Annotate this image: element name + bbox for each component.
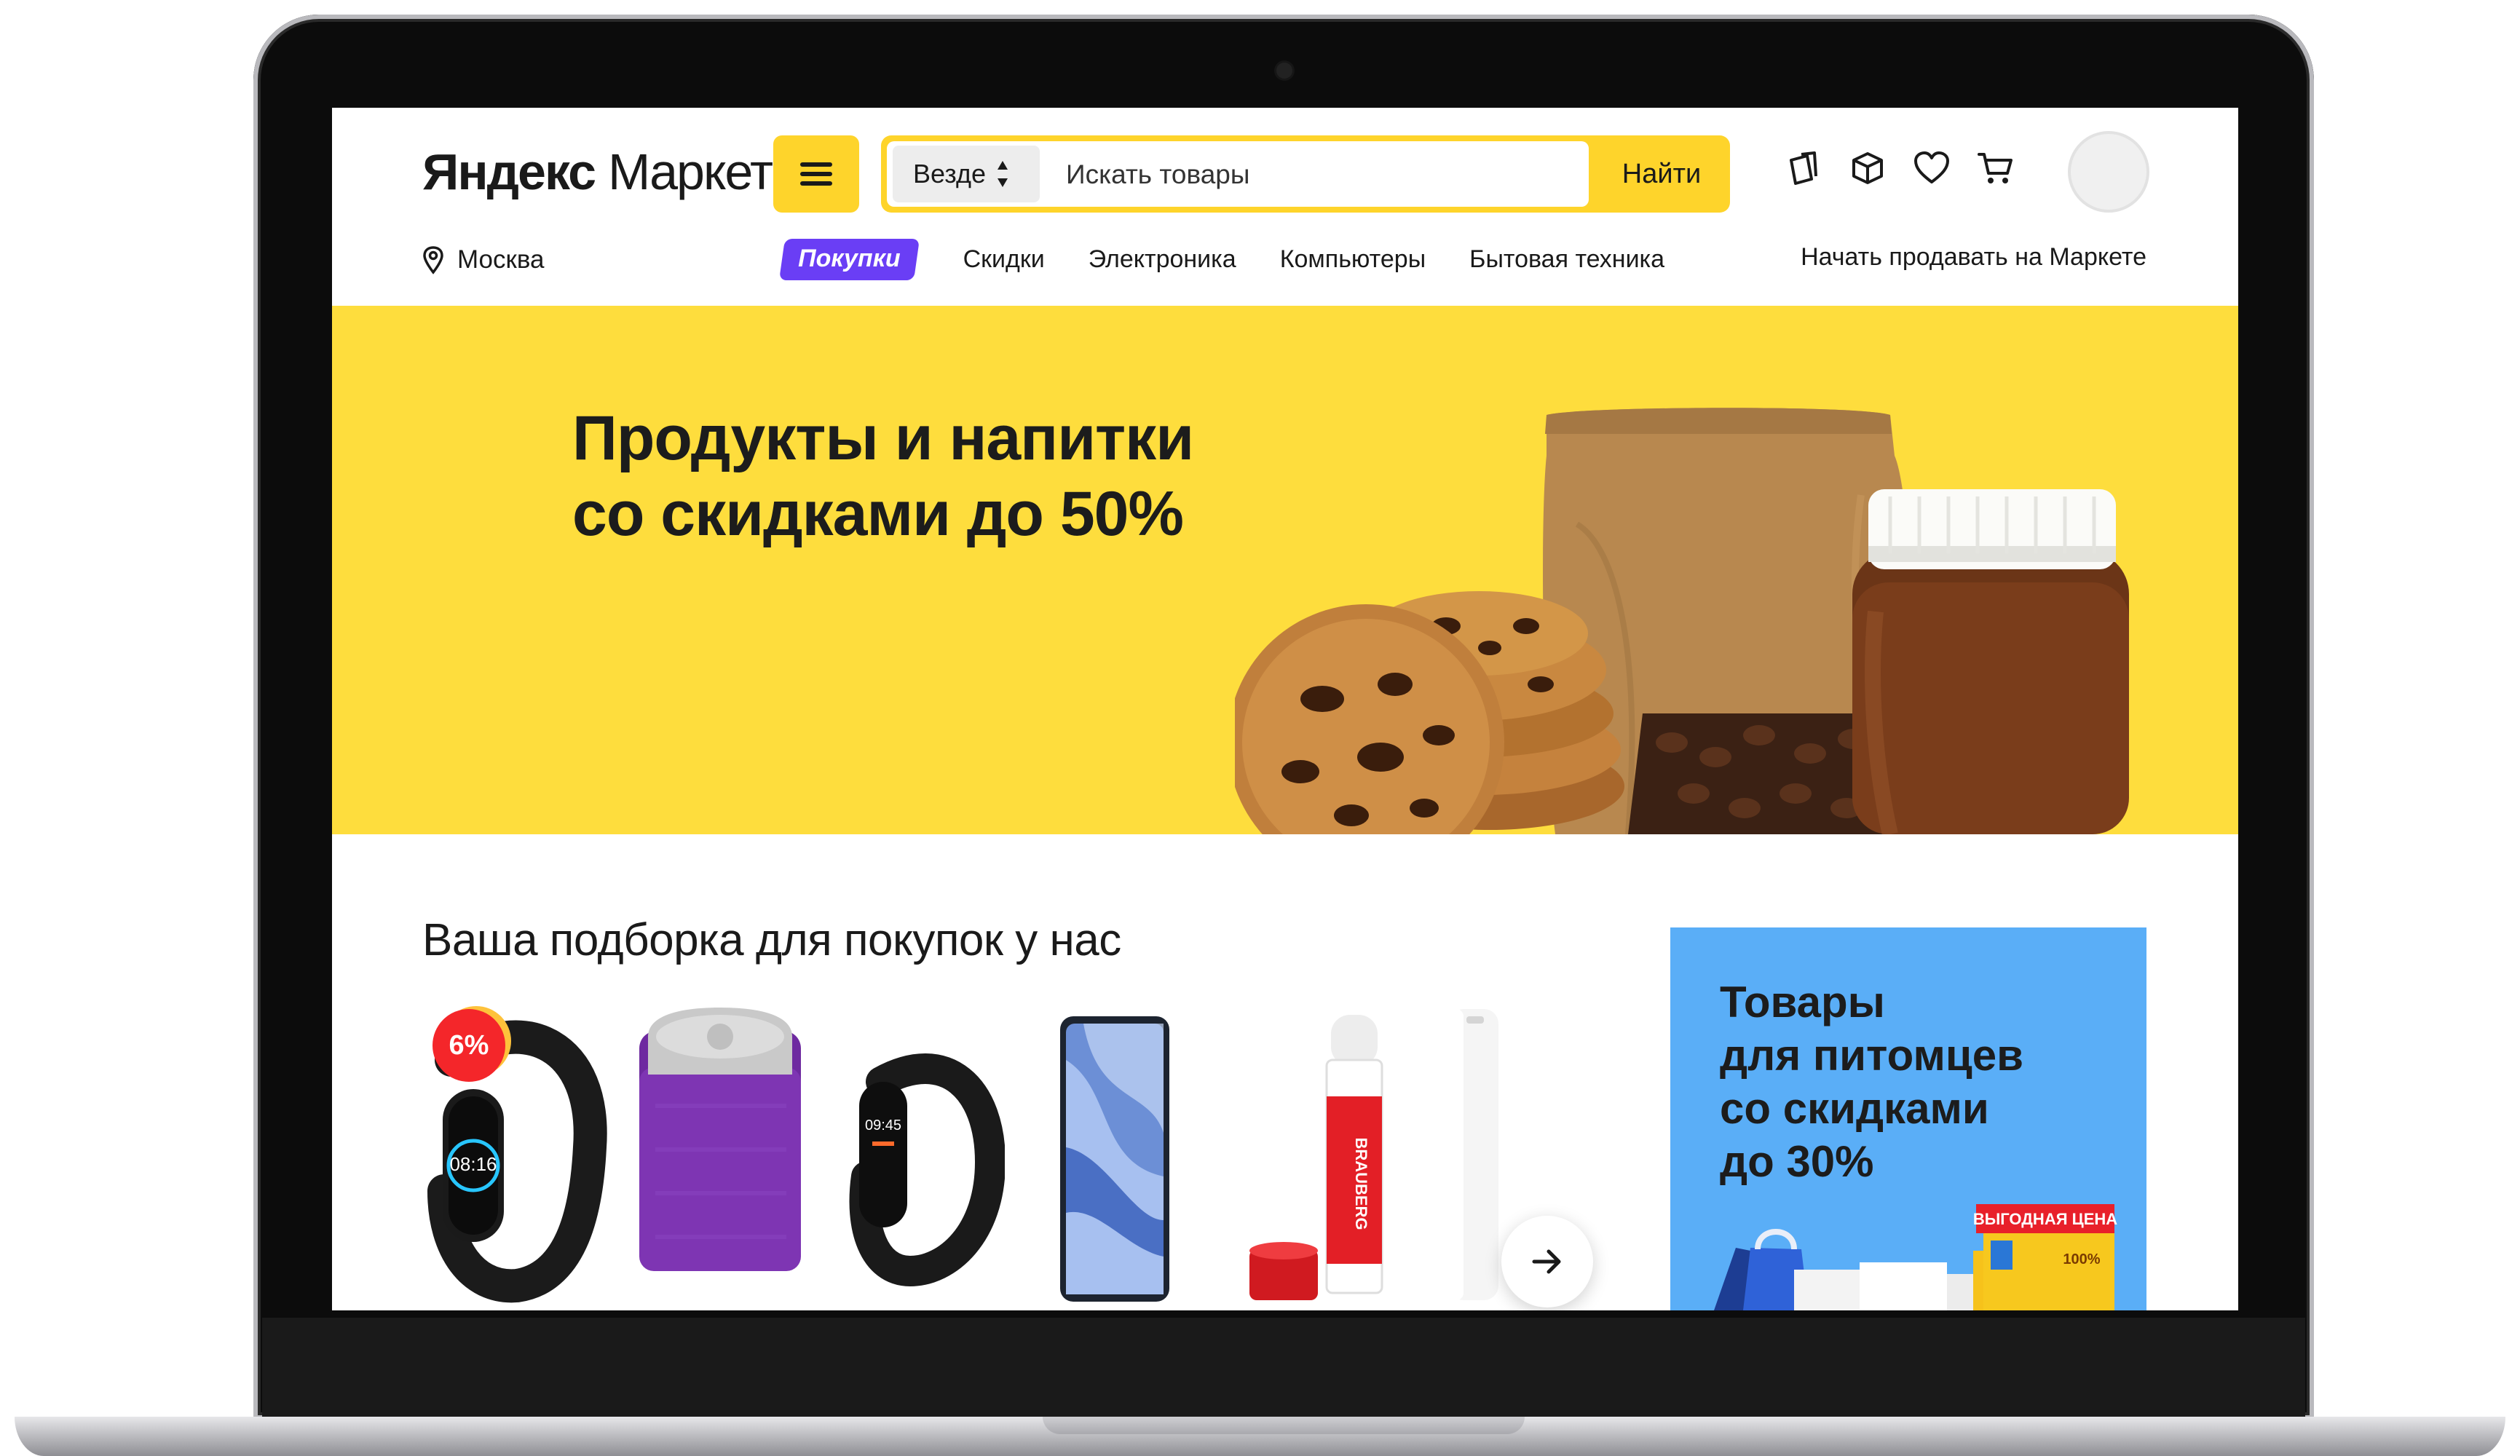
nav-promo-label: Покупки xyxy=(798,244,901,272)
hero-food-illustration xyxy=(1235,408,2129,834)
location-label: Москва xyxy=(457,245,545,274)
power-bank-image xyxy=(1449,1009,1498,1300)
arrow-right-icon xyxy=(1532,1249,1561,1274)
product-card[interactable]: 09:45 xyxy=(845,1002,1006,1310)
carousel-next-button[interactable] xyxy=(1501,1216,1593,1307)
pet-promo-line3: со скидками xyxy=(1720,1084,1989,1133)
pet-promo-banner[interactable]: Товары для питомцев со скидками до 30% В… xyxy=(1670,927,2146,1310)
pet-promo-line2: для питомцев xyxy=(1720,1031,2023,1080)
laptop-notch xyxy=(1043,1417,1525,1434)
hero-title-line1: Продукты и напитки xyxy=(572,403,1194,473)
product-carousel: 6% 08:16 09:45 BRAUBERG xyxy=(422,1002,1580,1310)
category-nav: Покупки Скидки Электроника Компьютеры Бы… xyxy=(778,237,1708,281)
orders-icon[interactable] xyxy=(1784,149,1823,188)
search-field-wrap: Везде xyxy=(887,141,1589,207)
browser-screen: ЯндексМаркет Везде Найти xyxy=(332,108,2238,1310)
pet-promo-line1: Товары xyxy=(1720,978,1885,1026)
site-logo[interactable]: Яндекс Маркет xyxy=(422,135,773,208)
discount-badge: 6% xyxy=(432,1009,505,1082)
product-card[interactable] xyxy=(1054,1002,1178,1310)
pet-goods-illustration: ВЫГОДНАЯ ЦЕНА 100% xyxy=(1714,1204,2117,1310)
location-pin-icon xyxy=(423,246,443,274)
search-bar: Везде Найти xyxy=(881,135,1730,213)
product-card[interactable]: 6% 08:16 xyxy=(422,1002,612,1310)
menu-icon xyxy=(800,162,832,186)
band2-time-label: 09:45 xyxy=(865,1117,901,1133)
user-avatar[interactable] xyxy=(2068,131,2149,213)
search-button[interactable]: Найти xyxy=(1593,135,1730,213)
laptop-bezel xyxy=(262,1318,2305,1420)
pet-promo-line4: до 30% xyxy=(1720,1137,1874,1186)
nav-item-computers[interactable]: Компьютеры xyxy=(1280,245,1426,274)
product-card[interactable] xyxy=(1434,1002,1507,1310)
search-scope-label: Везде xyxy=(913,159,986,189)
cart-icon[interactable] xyxy=(1976,149,2015,188)
pet-price-tag: ВЫГОДНАЯ ЦЕНА xyxy=(1973,1210,2117,1228)
smartphone-image xyxy=(1060,1016,1169,1302)
search-button-label: Найти xyxy=(1622,158,1702,189)
search-scope-select[interactable]: Везде xyxy=(893,146,1040,202)
logo-product: Маркет xyxy=(608,143,773,200)
sell-on-market-link[interactable]: Начать продавать на Маркете xyxy=(1801,243,2146,272)
header-actions xyxy=(1784,149,2015,199)
product-card[interactable] xyxy=(633,1002,808,1310)
catalog-button[interactable] xyxy=(773,135,859,213)
nav-item-appliances[interactable]: Бытовая техника xyxy=(1469,245,1664,274)
box-icon[interactable] xyxy=(1848,149,1887,188)
nav-promo-purchases[interactable]: Покупки xyxy=(778,238,920,280)
smart-speaker-image xyxy=(639,1008,801,1271)
fitness-band-2-image: 09:45 xyxy=(849,1053,1006,1287)
site-header: ЯндексМаркет Везде Найти xyxy=(332,108,2238,306)
nav-item-electronics[interactable]: Электроника xyxy=(1089,245,1236,274)
camera-icon xyxy=(1276,63,1292,79)
hero-title: Продукты и напитки со скидками до 50% xyxy=(572,400,1194,552)
pet-promo-title: Товары для питомцев со скидками до 30% xyxy=(1720,976,2128,1188)
hero-title-line2: со скидками до 50% xyxy=(572,479,1184,549)
glue-brand-label: BRAUBERG xyxy=(1352,1137,1370,1230)
heart-icon[interactable] xyxy=(1912,149,1951,188)
location-selector[interactable]: Москва xyxy=(422,242,545,278)
nav-item-discounts[interactable]: Скидки xyxy=(963,245,1045,274)
band-time-label: 08:16 xyxy=(449,1153,497,1175)
selection-title: Ваша подборка для покупок у нас xyxy=(422,915,1121,965)
sort-arrows-icon xyxy=(996,159,1009,189)
glue-stick-image: BRAUBERG xyxy=(1249,1015,1383,1300)
pet-tag-sub: 100% xyxy=(2063,1251,2100,1267)
logo-brand: Яндекс xyxy=(422,143,596,200)
search-input[interactable] xyxy=(1065,146,1577,204)
product-card[interactable]: BRAUBERG xyxy=(1245,1002,1391,1310)
hero-banner[interactable]: Продукты и напитки со скидками до 50% xyxy=(332,306,2238,834)
